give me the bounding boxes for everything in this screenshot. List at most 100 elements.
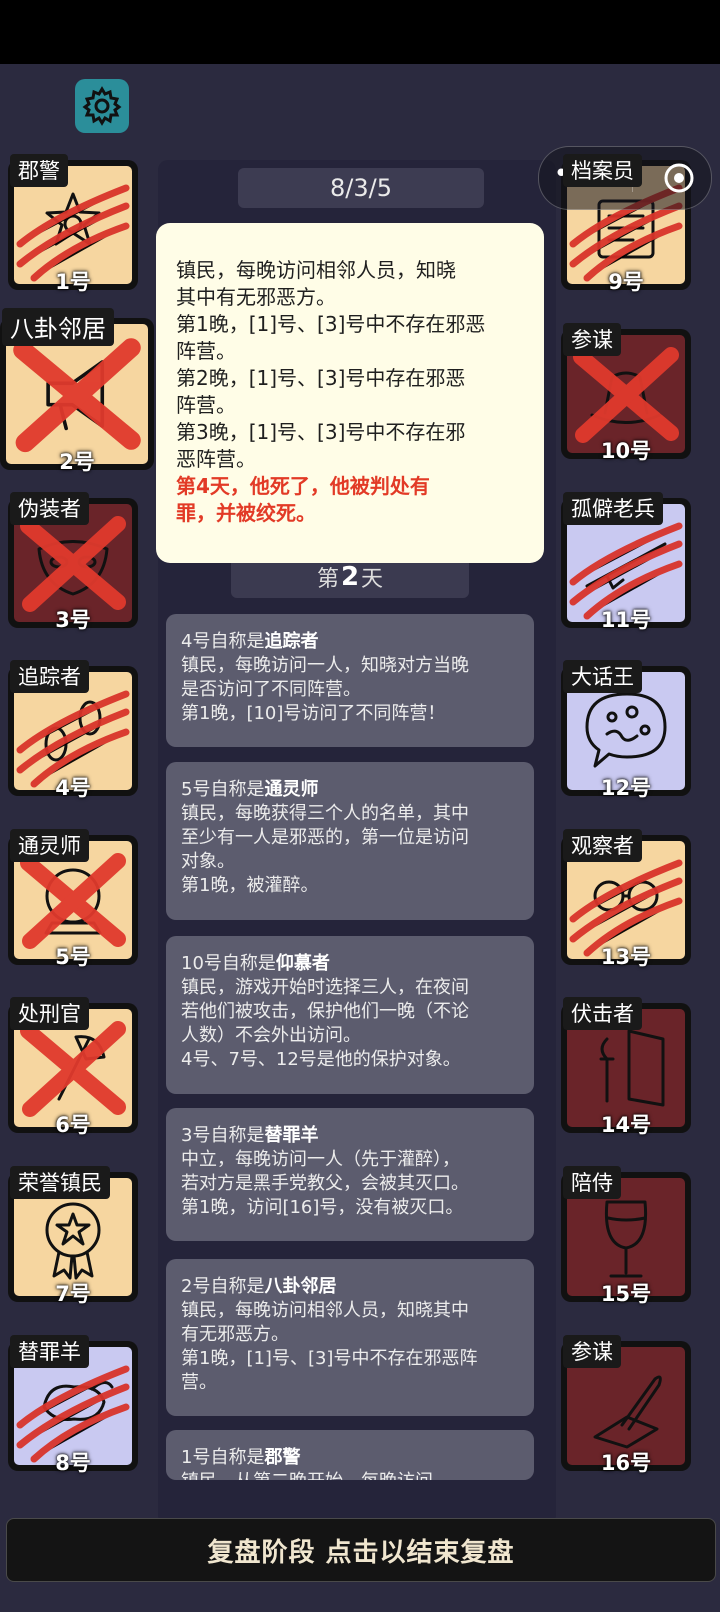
player-number: 2号: [59, 450, 95, 474]
entry-line: 人数）不会外出访问。: [181, 1025, 361, 1046]
entry-line: 有无邪恶方。: [181, 1324, 289, 1345]
player-role-label: 伪装者: [10, 492, 89, 525]
player-counter: 8/3/5: [238, 168, 484, 208]
claw-mark: [16, 1365, 130, 1463]
player-role-label: 大话王: [563, 660, 642, 693]
medal-icon: [45, 1202, 101, 1280]
player-card-14[interactable]: 伏击者 14号: [561, 997, 691, 1137]
player-card-12[interactable]: 大话王 12号: [561, 660, 691, 800]
entry-line: 对象。: [181, 851, 235, 872]
claw-mark: [16, 184, 130, 282]
day-suffix: 天: [361, 567, 384, 592]
status-bar: [0, 0, 720, 64]
player-number: 15号: [600, 1282, 652, 1306]
entry-line: 中立，每晚访问一人（先于灌醉），: [181, 1149, 460, 1170]
claw-mark: [569, 859, 683, 957]
quill-icon: [593, 1375, 662, 1449]
entry-claim: 2号自称是八卦邻居: [181, 1275, 520, 1299]
player-card-11[interactable]: 孤僻老兵 11号: [561, 492, 691, 632]
entry-claim: 5号自称是通灵师: [181, 778, 520, 802]
entry-claim: 10号自称是仰慕者: [181, 952, 520, 976]
claimed-role: 郡警: [264, 1447, 301, 1468]
speech-bubble-icon: [585, 692, 667, 768]
entry-line: 镇民，每晚访问相邻人员，知晓其中: [181, 1300, 469, 1321]
player-number: 13号: [600, 945, 652, 969]
player-card-7[interactable]: 荣誉镇民 7号: [8, 1166, 138, 1306]
player-card-10[interactable]: 参谋 10号: [561, 323, 691, 463]
log-entry[interactable]: 1号自称是郡警镇民，从第二晚开始，每晚访问: [166, 1430, 534, 1480]
log-entry[interactable]: 5号自称是通灵师 镇民，每晚获得三个人的名单，其中 至少有一人是邪恶的，第一位是访问…: [166, 762, 534, 920]
player-role-label: 荣誉镇民: [10, 1166, 110, 1199]
player-card-13[interactable]: 观察者 13号: [561, 829, 691, 969]
claim-prefix: 3号自称是: [181, 1125, 265, 1146]
player-role-label: 追踪者: [10, 660, 89, 693]
player-card-15[interactable]: 陪侍 15号: [561, 1166, 691, 1306]
popup-line: 其中有无邪恶方。: [176, 285, 336, 309]
log-entry[interactable]: 3号自称是替罪羊 中立，每晚访问一人（先于灌醉）， 若对方是黑手党教父，会被其灭口。…: [166, 1108, 534, 1241]
entry-line: 镇民，游戏开始时选择三人，在夜间: [181, 977, 469, 998]
player-number: 8号: [55, 1451, 91, 1475]
popup-line: 第2晚，[1]号、[3]号中存在邪恶: [176, 366, 466, 390]
player-card-16[interactable]: 参谋 16号: [561, 1335, 691, 1475]
player-card-2[interactable]: 八卦邻居 2号: [0, 308, 154, 474]
player-role-label: 参谋: [563, 323, 621, 356]
player-number: 1号: [55, 270, 91, 294]
entry-line: 第1晚，[1]号、[3]号中不存在邪恶阵: [181, 1348, 478, 1369]
log-entry[interactable]: 2号自称是八卦邻居 镇民，每晚访问相邻人员，知晓其中 有无邪恶方。第1晚，[1]号、…: [166, 1259, 534, 1416]
close-circle-icon[interactable]: [662, 161, 696, 195]
entry-line: 是否访问了不同阵营。: [181, 679, 361, 700]
player-number: 11号: [600, 608, 652, 632]
gear-icon: [82, 86, 122, 126]
player-role-label: 观察者: [563, 829, 642, 862]
player-number: 10号: [600, 439, 652, 463]
popup-death-line: 第4天，他死了，他被判处有: [176, 474, 430, 498]
player-role-label: 伏击者: [563, 997, 642, 1030]
player-card-3[interactable]: 伪装者 3号: [8, 492, 138, 632]
player-card-5[interactable]: 通灵师 5号: [8, 829, 138, 969]
player-card-8[interactable]: 替罪羊 8号: [8, 1335, 138, 1475]
player-card-6[interactable]: 处刑官 6号: [8, 997, 138, 1137]
popup-line: 第3晚，[1]号、[3]号中不存在邪: [176, 420, 466, 444]
end-review-button[interactable]: 复盘阶段 点击以结束复盘: [6, 1518, 716, 1582]
claimed-role: 仰慕者: [275, 953, 330, 974]
entry-line: 第1晚，被灌醉。: [181, 875, 319, 896]
popup-line: 恶阵营。: [176, 447, 256, 471]
player-card-4[interactable]: 追踪者 4号: [8, 660, 138, 800]
role-detail-popup[interactable]: 镇民，每晚访问相邻人员，知晓 其中有无邪恶方。 第1晚，[1]号、[3]号中不存…: [156, 223, 544, 563]
entry-claim: 1号自称是郡警: [181, 1446, 520, 1470]
day-prefix: 第: [316, 567, 339, 592]
player-role-label: 参谋: [563, 1335, 621, 1368]
log-entry[interactable]: 4号自称是追踪者 镇民，每晚访问一人，知晓对方当晚 是否访问了不同阵营。 第1晚，[1…: [166, 614, 534, 747]
dead-x-mark: [13, 338, 141, 453]
entry-claim: 3号自称是替罪羊: [181, 1124, 520, 1148]
entry-line: 镇民，每晚访问一人，知晓对方当晚: [181, 655, 469, 676]
claim-prefix: 5号自称是: [181, 779, 265, 800]
player-number: 3号: [55, 608, 91, 632]
entry-line: 镇民，从第二晚开始，每晚访问: [181, 1470, 520, 1480]
player-number: 16号: [600, 1451, 652, 1475]
popup-line: 阵营。: [176, 393, 236, 417]
entry-line: 4号、7号、12号是他的保护对象。: [181, 1049, 461, 1070]
claw-mark: [16, 690, 130, 788]
player-role-label: 八卦邻居: [2, 308, 114, 346]
claim-prefix: 1号自称是: [181, 1447, 265, 1468]
player-number: 4号: [55, 776, 91, 800]
claimed-role: 通灵师: [264, 779, 319, 800]
door-knife-icon: [599, 1029, 665, 1107]
claimed-role: 追踪者: [264, 631, 319, 652]
popup-line: 阵营。: [176, 339, 236, 363]
player-number: 7号: [55, 1282, 91, 1306]
player-role-label: 通灵师: [10, 829, 89, 862]
player-role-label: 处刑官: [10, 997, 89, 1030]
player-number: 9号: [608, 270, 644, 294]
dead-x-mark: [20, 853, 126, 949]
entry-line: 若他们被攻击，保护他们一晚（不论: [181, 1001, 469, 1022]
log-entry[interactable]: 10号自称是仰慕者 镇民，游戏开始时选择三人，在夜间 若他们被攻击，保护他们一晚（不…: [166, 936, 534, 1094]
player-role-label: 档案员: [563, 154, 642, 187]
wine-glass-icon: [604, 1200, 648, 1278]
settings-button[interactable]: [75, 79, 129, 133]
player-card-1[interactable]: 郡警 1号: [8, 154, 138, 294]
player-number: 5号: [55, 945, 91, 969]
entry-line: 若对方是黑手党教父，会被其灭口。: [181, 1173, 469, 1194]
claim-prefix: 10号自称是: [181, 953, 276, 974]
